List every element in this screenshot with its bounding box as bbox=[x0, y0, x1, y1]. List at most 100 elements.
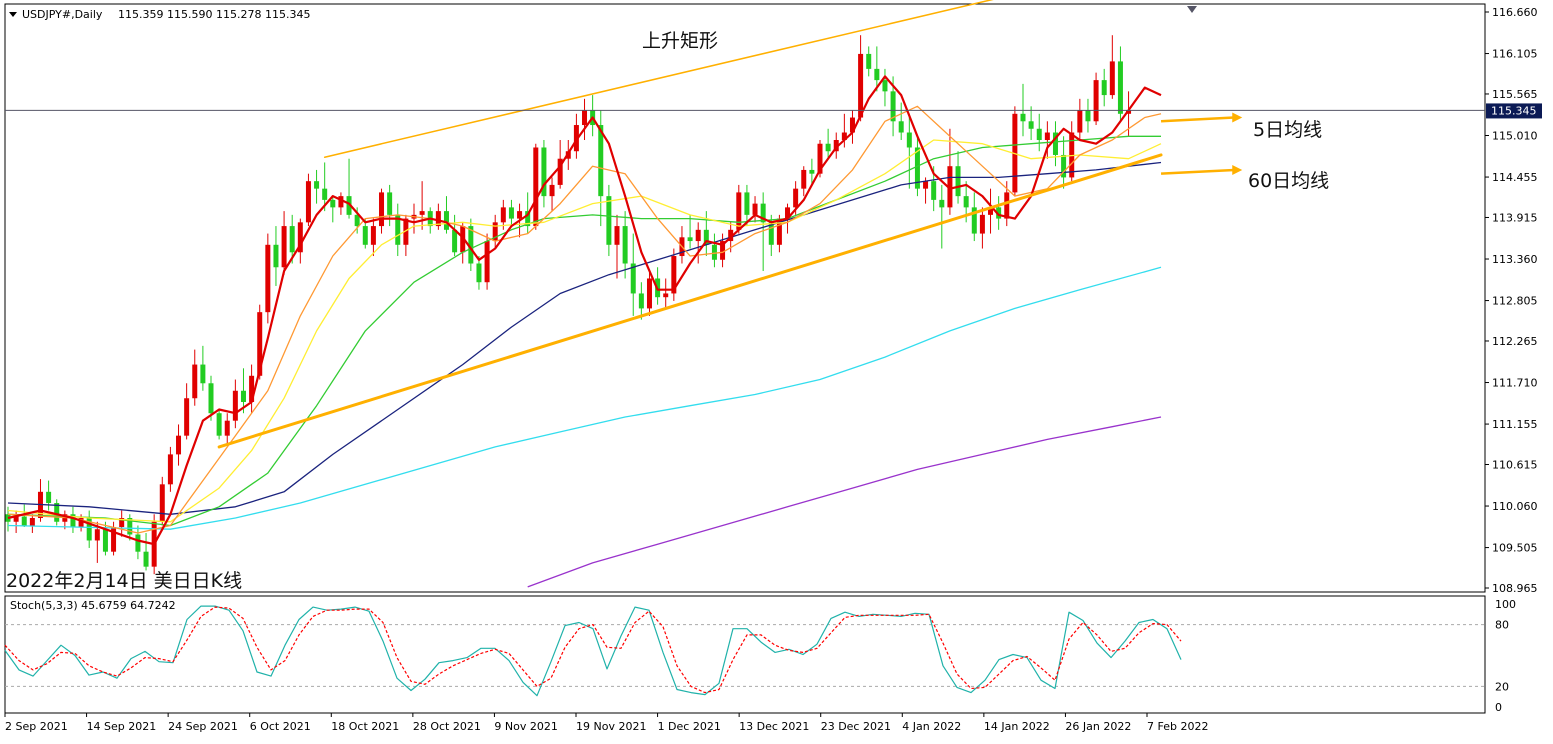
candle-body bbox=[963, 196, 969, 208]
candle-body bbox=[606, 196, 612, 245]
candle-body bbox=[289, 226, 295, 253]
stoch-label: Stoch(5,3,3) 45.6759 64.7242 bbox=[10, 599, 176, 612]
candle-body bbox=[240, 390, 246, 402]
candle-body bbox=[159, 484, 165, 522]
candle-body bbox=[1044, 132, 1050, 140]
candle-body bbox=[1093, 80, 1099, 122]
candle-body bbox=[419, 211, 425, 215]
candle-body bbox=[94, 529, 100, 541]
candle-body bbox=[484, 241, 490, 283]
candle-body bbox=[646, 278, 652, 309]
candle-body bbox=[1085, 110, 1091, 122]
time-tick-label: 28 Oct 2021 bbox=[413, 720, 481, 733]
collapse-triangle-icon[interactable] bbox=[9, 12, 17, 17]
price-tick-label: 116.105 bbox=[1492, 48, 1538, 61]
candle-body bbox=[281, 226, 287, 268]
candle-body bbox=[476, 263, 482, 283]
candle-body bbox=[387, 192, 393, 215]
candle-body bbox=[135, 534, 141, 552]
candle-body bbox=[517, 211, 523, 219]
ma5-annotation: 5日均线 bbox=[1253, 119, 1323, 141]
candle-body bbox=[273, 244, 279, 268]
price-tick-label: 116.660 bbox=[1492, 6, 1538, 19]
candle-body bbox=[614, 226, 620, 245]
candle-body bbox=[143, 551, 149, 567]
pattern-title: 上升矩形 bbox=[642, 30, 719, 52]
candle-body bbox=[931, 181, 937, 200]
stoch-level-label: 80 bbox=[1495, 619, 1509, 632]
price-tick-label: 112.805 bbox=[1492, 295, 1538, 308]
price-tick-label: 115.010 bbox=[1492, 130, 1538, 143]
candle-body bbox=[801, 169, 807, 189]
time-tick-label: 4 Jan 2022 bbox=[902, 720, 961, 733]
candle-body bbox=[979, 214, 985, 234]
time-tick-label: 26 Jan 2022 bbox=[1065, 720, 1131, 733]
candle-body bbox=[330, 199, 336, 208]
candle-body bbox=[216, 413, 222, 436]
time-tick-label: 1 Dec 2021 bbox=[658, 720, 721, 733]
candle-body bbox=[582, 110, 588, 126]
price-tick-label: 112.265 bbox=[1492, 335, 1538, 348]
candle-body bbox=[362, 226, 368, 245]
candle-body bbox=[192, 364, 198, 399]
candle-body bbox=[500, 207, 506, 223]
symbol-label: USDJPY#,Daily bbox=[22, 8, 103, 21]
candle-body bbox=[533, 147, 539, 227]
price-tick-label: 115.565 bbox=[1492, 88, 1538, 101]
ma60-annotation: 60日均线 bbox=[1248, 170, 1330, 192]
candle-body bbox=[1028, 121, 1034, 129]
time-tick-label: 14 Sep 2021 bbox=[87, 720, 157, 733]
stoch-level-label: 100 bbox=[1495, 598, 1516, 611]
candle-body bbox=[21, 516, 27, 526]
time-tick-label: 14 Jan 2022 bbox=[984, 720, 1050, 733]
candle-body bbox=[866, 53, 872, 69]
candle-body bbox=[379, 192, 385, 227]
candle-body bbox=[825, 143, 831, 152]
candle-body bbox=[1077, 110, 1083, 133]
main-panel-frame bbox=[4, 3, 1486, 593]
candle-body bbox=[687, 237, 693, 242]
stoch-level-label: 20 bbox=[1495, 680, 1509, 693]
candle-body bbox=[314, 181, 320, 189]
candle-body bbox=[1020, 113, 1026, 122]
candle-body bbox=[711, 244, 717, 260]
chart-footer-title: 2022年2月14日 美日日K线 bbox=[6, 570, 243, 592]
time-tick-label: 18 Oct 2021 bbox=[331, 720, 399, 733]
candle-body bbox=[793, 188, 799, 208]
candle-body bbox=[176, 435, 182, 455]
candle-body bbox=[1109, 61, 1115, 96]
candle-body bbox=[598, 125, 604, 197]
candle-body bbox=[939, 199, 945, 208]
candle-body bbox=[1004, 192, 1010, 219]
candle-body bbox=[167, 454, 173, 485]
price-tick-label: 111.710 bbox=[1492, 377, 1538, 390]
candle-body bbox=[265, 244, 271, 313]
oscillator-panel-frame bbox=[4, 595, 1486, 714]
candle-body bbox=[452, 229, 458, 253]
price-tick-label: 110.060 bbox=[1492, 500, 1538, 513]
candle-body bbox=[29, 518, 35, 526]
stoch-level-label: 0 bbox=[1495, 701, 1502, 714]
price-tick-label: 114.455 bbox=[1492, 171, 1538, 184]
candle-body bbox=[1117, 61, 1123, 114]
price-tick-label: 110.615 bbox=[1492, 458, 1538, 471]
candle-body bbox=[736, 192, 742, 230]
shift-marker-icon[interactable] bbox=[1187, 6, 1197, 13]
candle-body bbox=[923, 181, 929, 189]
candle-body bbox=[305, 181, 311, 223]
candle-body bbox=[1101, 80, 1107, 96]
candle-body bbox=[224, 420, 230, 436]
candle-body bbox=[906, 132, 912, 148]
candle-body bbox=[508, 207, 514, 219]
candle-body bbox=[744, 192, 750, 215]
chart-svg: 116.660 116.105 115.565 115.010 114.455 113.9… bbox=[4, 0, 1542, 733]
candle-body bbox=[208, 383, 214, 414]
time-tick-label: 13 Dec 2021 bbox=[739, 720, 809, 733]
candle-body bbox=[370, 226, 376, 245]
price-tick-label: 113.360 bbox=[1492, 253, 1538, 266]
candle-body bbox=[695, 229, 701, 242]
candle-body bbox=[882, 80, 888, 92]
chart-root: 116.660 116.105 115.565 115.010 114.455 113.9… bbox=[0, 0, 1553, 744]
time-tick-label: 23 Dec 2021 bbox=[821, 720, 891, 733]
current-price-tag-text: 115.345 bbox=[1491, 104, 1537, 117]
